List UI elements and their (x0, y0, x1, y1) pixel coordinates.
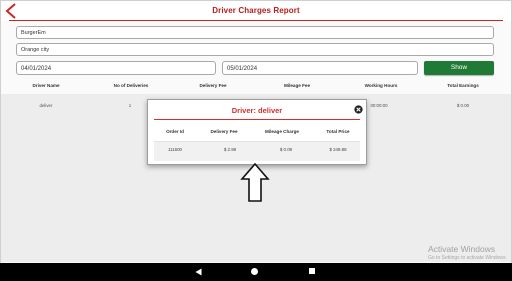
activate-windows-subtitle: Go to Settings to activate Windows. (428, 255, 507, 261)
nav-recents-icon[interactable] (309, 268, 315, 274)
column-header-deliveries: No of Deliveries (113, 83, 149, 88)
dialog-column-delivery-fee: Delivery Fee (210, 129, 238, 134)
cell-order-total-price: $ 249.88 (329, 147, 347, 152)
column-header-delivery-fee: Delivery Fee (199, 83, 227, 88)
nav-back-icon[interactable] (195, 268, 202, 276)
dialog-column-total-price: Total Price (326, 129, 350, 134)
column-header-driver-name: Driver Name (32, 83, 60, 88)
start-date-field[interactable]: 04/01/2024 (16, 61, 216, 75)
dialog-title: Driver: deliver (231, 106, 283, 115)
dialog-column-order-id: Order Id (166, 129, 184, 134)
city-field[interactable]: Orange city (16, 43, 494, 56)
cell-order-delivery-fee: $ 2.99 (223, 147, 237, 152)
column-header-total-earnings: Total Earnings (447, 83, 479, 88)
up-arrow-icon (240, 163, 270, 202)
app-window: Driver Charges Report BurgerEm Orange ci… (0, 0, 512, 264)
header-divider (9, 20, 503, 21)
end-date-field[interactable]: 05/01/2024 (222, 61, 418, 75)
cell-order-id: 111600 (168, 147, 182, 152)
nav-home-icon[interactable] (251, 268, 258, 275)
driver-details-dialog: Driver: deliver Order Id Delivery Fee Mi… (147, 99, 367, 165)
dialog-column-mileage-charge: Mileage Charge (265, 129, 299, 134)
app-header: Driver Charges Report (1, 1, 511, 21)
cell-order-mileage-charge: $ 0.09 (279, 147, 293, 152)
android-navigation-bar (0, 263, 512, 281)
restaurant-field[interactable]: BurgerEm (16, 26, 494, 39)
column-header-working-hours: Working Hours (364, 83, 398, 88)
show-button[interactable]: Show (424, 61, 494, 75)
column-header-mileage-fee: Mileage Fee (283, 83, 311, 88)
activate-windows-title: Activate Windows (428, 244, 496, 254)
page-title: Driver Charges Report (212, 6, 300, 15)
close-icon[interactable] (354, 105, 363, 114)
dialog-divider (154, 119, 360, 120)
